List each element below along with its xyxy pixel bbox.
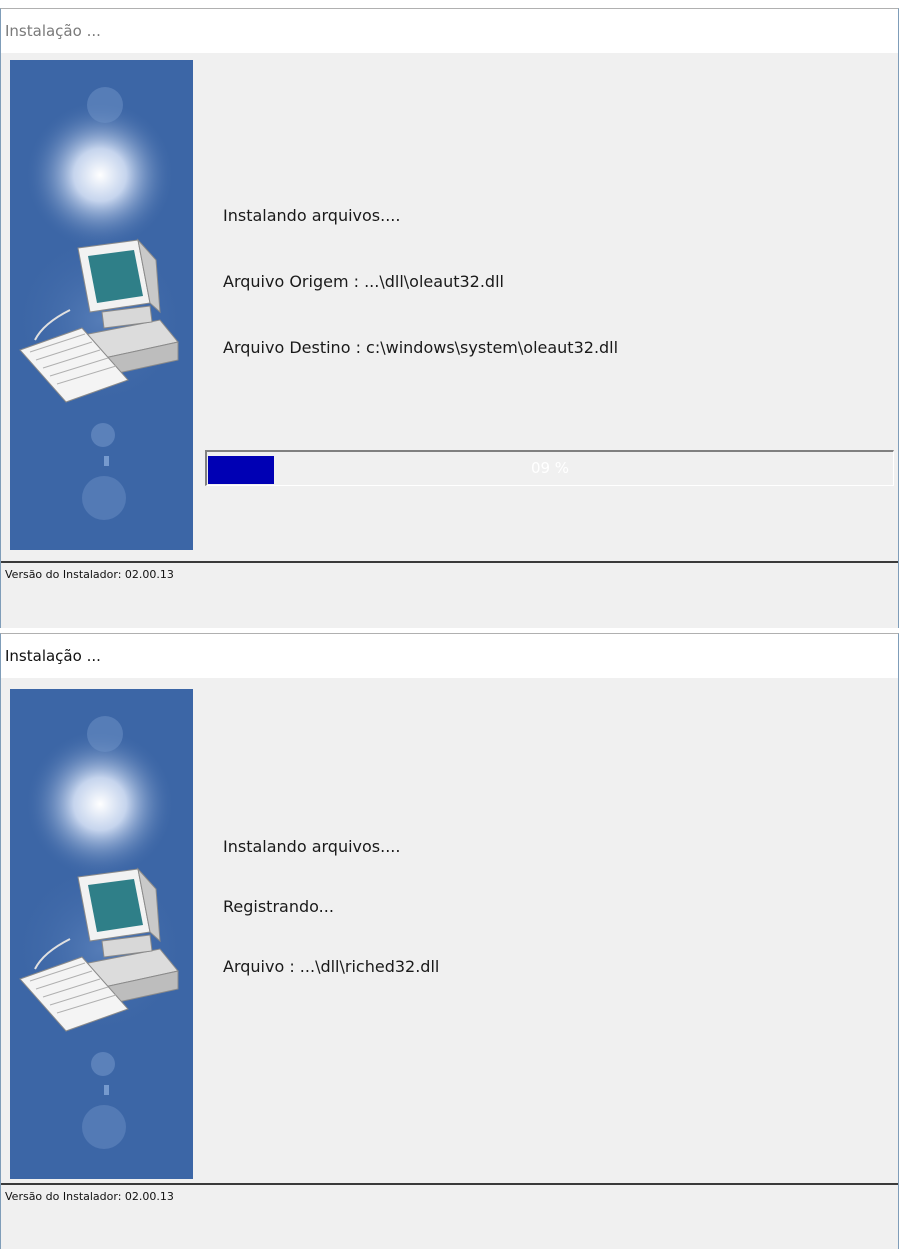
computer-setup-icon xyxy=(10,60,193,550)
destination-file-text: Arquivo Destino : c:\windows\system\olea… xyxy=(223,338,619,357)
installer-version: Versão do Instalador: 02.00.13 xyxy=(5,568,174,581)
status-message: Instalando arquivos.... xyxy=(223,206,401,225)
registering-text: Registrando... xyxy=(223,897,334,916)
source-file-text: Arquivo Origem : ...\dll\oleaut32.dll xyxy=(223,272,504,291)
status-bar: Versão do Instalador: 02.00.13 xyxy=(1,1183,898,1249)
status-message: Instalando arquivos.... xyxy=(223,837,401,856)
progress-label: 09 % xyxy=(530,459,570,477)
file-text: Arquivo : ...\dll\riched32.dll xyxy=(223,957,440,976)
window-title: Instalação ... xyxy=(1,634,898,678)
installer-window-1: Instalação ... Instalando arquivos.... A… xyxy=(0,8,899,628)
status-bar: Versão do Instalador: 02.00.13 xyxy=(1,561,898,628)
computer-setup-icon xyxy=(10,689,193,1179)
installer-version: Versão do Instalador: 02.00.13 xyxy=(5,1190,174,1203)
window-title: Instalação ... xyxy=(1,9,898,53)
installer-window-2: Instalação ... Instalando arquivos.... R… xyxy=(0,633,899,1249)
progress-bar: 09 % xyxy=(205,450,894,486)
